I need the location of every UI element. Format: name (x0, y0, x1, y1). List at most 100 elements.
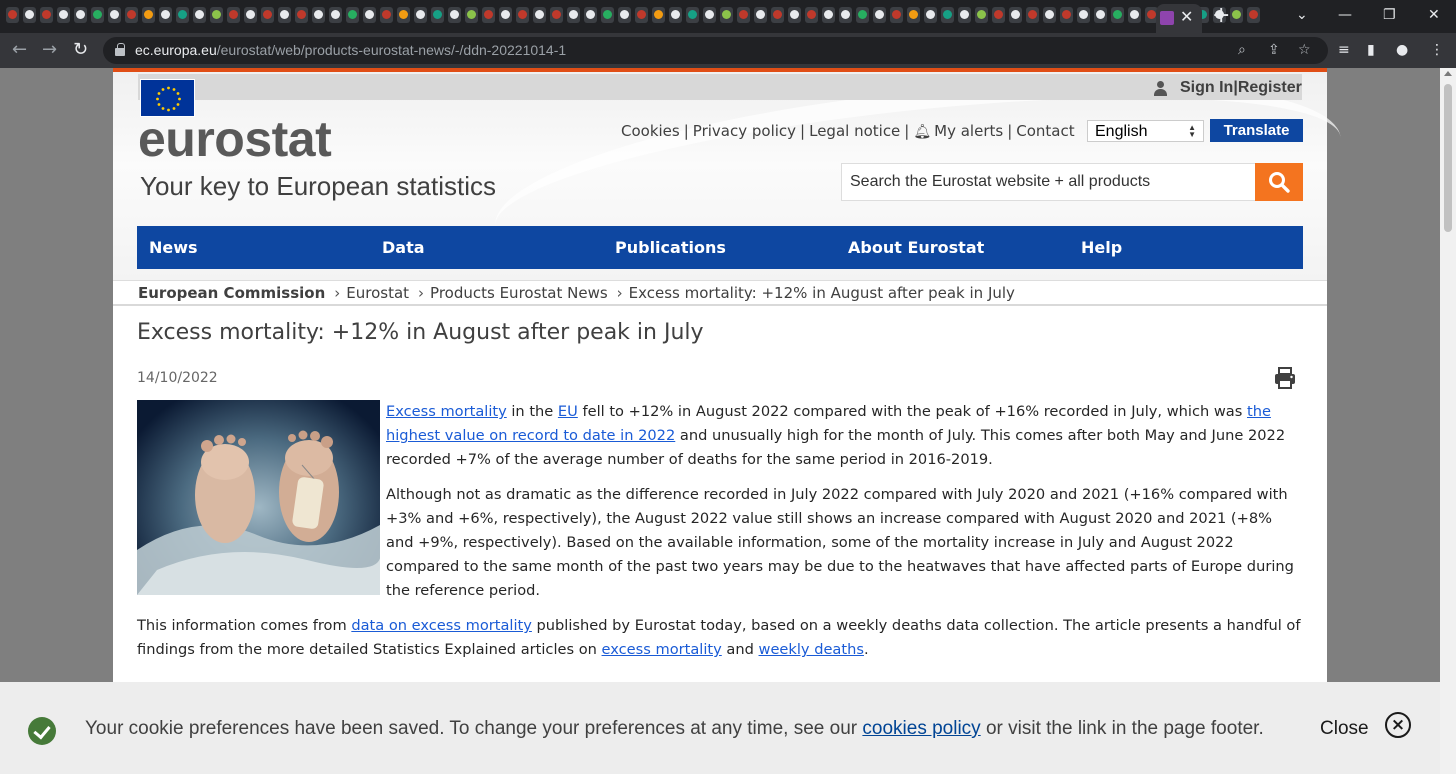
tab-close-icon[interactable]: ✕ (1180, 7, 1193, 27)
zoom-icon[interactable]: ⌕ (1238, 41, 1246, 59)
pinned-tab-favicon-icon[interactable] (822, 7, 835, 23)
pinned-tab-favicon-icon[interactable] (1230, 7, 1243, 23)
pinned-tab-favicon-icon[interactable] (40, 7, 53, 23)
pinned-tab-favicon-icon[interactable] (992, 7, 1005, 23)
pinned-tab-favicon-icon[interactable] (771, 7, 784, 23)
pinned-tab-favicon-icon[interactable] (924, 7, 937, 23)
eu-link[interactable]: EU (558, 403, 578, 420)
reload-icon[interactable]: ↻ (73, 39, 88, 61)
back-icon[interactable]: ← (12, 39, 27, 61)
pinned-tab-favicon-icon[interactable] (975, 7, 988, 23)
pinned-tab-favicon-icon[interactable] (1247, 7, 1260, 23)
pinned-tab-favicon-icon[interactable] (550, 7, 563, 23)
pinned-tab-favicon-icon[interactable] (686, 7, 699, 23)
pinned-tab-favicon-icon[interactable] (1128, 7, 1141, 23)
pinned-tab-favicon-icon[interactable] (244, 7, 257, 23)
pinned-tab-favicon-icon[interactable] (142, 7, 155, 23)
pinned-tab-favicon-icon[interactable] (346, 7, 359, 23)
language-select[interactable]: English ▲ ▼ (1087, 120, 1204, 142)
pinned-tab-favicon-icon[interactable] (618, 7, 631, 23)
active-tab[interactable]: ✕ (1156, 4, 1202, 33)
reading-list-icon[interactable]: ≡ (1338, 41, 1350, 59)
contact-link[interactable]: Contact (1016, 122, 1074, 140)
pinned-tab-favicon-icon[interactable] (6, 7, 19, 23)
pinned-tab-favicon-icon[interactable] (958, 7, 971, 23)
excess-mortality-article-link[interactable]: excess mortality (602, 641, 722, 658)
window-close-icon[interactable]: ✕ (1428, 5, 1440, 25)
pinned-tab-favicon-icon[interactable] (448, 7, 461, 23)
menu-icon[interactable]: ⋮ (1430, 41, 1444, 59)
nav-publications[interactable]: Publications (615, 226, 726, 269)
pinned-tab-favicon-icon[interactable] (465, 7, 478, 23)
pinned-tab-favicon-icon[interactable] (1094, 7, 1107, 23)
pinned-tab-favicon-icon[interactable] (278, 7, 291, 23)
pinned-tab-favicon-icon[interactable] (856, 7, 869, 23)
breadcrumb-item[interactable]: Eurostat (346, 284, 409, 302)
pinned-tab-favicon-icon[interactable] (193, 7, 206, 23)
pinned-tab-favicon-icon[interactable] (363, 7, 376, 23)
side-panel-icon[interactable]: ▮ (1367, 41, 1375, 59)
tab-search-icon[interactable]: ⌄ (1296, 5, 1308, 25)
register-link[interactable]: Register (1238, 79, 1302, 96)
pinned-tab-favicon-icon[interactable] (873, 7, 886, 23)
scroll-thumb[interactable] (1444, 84, 1452, 232)
pinned-tab-favicon-icon[interactable] (1009, 7, 1022, 23)
pinned-tab-favicon-icon[interactable] (329, 7, 342, 23)
pinned-tab-favicon-icon[interactable] (397, 7, 410, 23)
lock-icon[interactable] (115, 43, 125, 57)
nav-about-eurostat[interactable]: About Eurostat (848, 226, 984, 269)
pinned-tab-favicon-icon[interactable] (1060, 7, 1073, 23)
privacy-policy-link[interactable]: Privacy policy (693, 122, 796, 140)
close-icon[interactable]: × (1385, 712, 1411, 738)
nav-data[interactable]: Data (382, 226, 425, 269)
pinned-tab-favicon-icon[interactable] (414, 7, 427, 23)
nav-news[interactable]: News (149, 226, 198, 269)
pinned-tab-favicon-icon[interactable] (159, 7, 172, 23)
sign-in-link[interactable]: Sign In (1180, 79, 1233, 96)
pinned-tab-favicon-icon[interactable] (839, 7, 852, 23)
excess-mortality-link[interactable]: Excess mortality (386, 403, 507, 420)
pinned-tab-favicon-icon[interactable] (907, 7, 920, 23)
pinned-tab-favicon-icon[interactable] (1111, 7, 1124, 23)
breadcrumb-home[interactable]: European Commission (138, 284, 325, 302)
data-on-excess-mortality-link[interactable]: data on excess mortality (351, 617, 532, 634)
pinned-tab-favicon-icon[interactable] (57, 7, 70, 23)
search-button[interactable] (1255, 163, 1303, 201)
legal-notice-link[interactable]: Legal notice (809, 122, 900, 140)
forward-icon[interactable]: → (42, 39, 57, 61)
pinned-tab-favicon-icon[interactable] (312, 7, 325, 23)
pinned-tab-favicon-icon[interactable] (703, 7, 716, 23)
pinned-tab-favicon-icon[interactable] (380, 7, 393, 23)
pinned-tab-favicon-icon[interactable] (176, 7, 189, 23)
nav-help[interactable]: Help (1081, 226, 1122, 269)
pinned-tab-favicon-icon[interactable] (227, 7, 240, 23)
pinned-tab-favicon-icon[interactable] (788, 7, 801, 23)
pinned-tab-favicon-icon[interactable] (737, 7, 750, 23)
cookies-link[interactable]: Cookies (621, 122, 680, 140)
cookies-policy-link[interactable]: cookies policy (862, 718, 980, 739)
pinned-tab-favicon-icon[interactable] (431, 7, 444, 23)
translate-button[interactable]: Translate (1210, 119, 1303, 142)
pinned-tab-favicon-icon[interactable] (584, 7, 597, 23)
pinned-tab-favicon-icon[interactable] (635, 7, 648, 23)
pinned-tab-favicon-icon[interactable] (261, 7, 274, 23)
bookmark-star-icon[interactable]: ☆ (1298, 41, 1311, 59)
pinned-tab-favicon-icon[interactable] (91, 7, 104, 23)
pinned-tab-favicon-icon[interactable] (601, 7, 614, 23)
pinned-tab-favicon-icon[interactable] (295, 7, 308, 23)
pinned-tab-favicon-icon[interactable] (941, 7, 954, 23)
address-bar[interactable]: ec.europa.eu/eurostat/web/products-euros… (103, 37, 1328, 64)
pinned-tab-favicon-icon[interactable] (754, 7, 767, 23)
profile-icon[interactable]: ● (1396, 41, 1408, 59)
pinned-tab-favicon-icon[interactable] (720, 7, 733, 23)
pinned-tab-favicon-icon[interactable] (516, 7, 529, 23)
pinned-tab-favicon-icon[interactable] (108, 7, 121, 23)
new-tab-button[interactable]: + (1212, 4, 1230, 28)
pinned-tab-favicon-icon[interactable] (805, 7, 818, 23)
pinned-tab-favicon-icon[interactable] (1077, 7, 1090, 23)
page-scrollbar[interactable] (1440, 68, 1456, 774)
minimize-icon[interactable]: — (1338, 5, 1352, 25)
my-alerts-link[interactable]: My alerts (934, 122, 1003, 140)
pinned-tab-favicon-icon[interactable] (125, 7, 138, 23)
eurostat-logo[interactable]: eurostat (138, 110, 332, 168)
